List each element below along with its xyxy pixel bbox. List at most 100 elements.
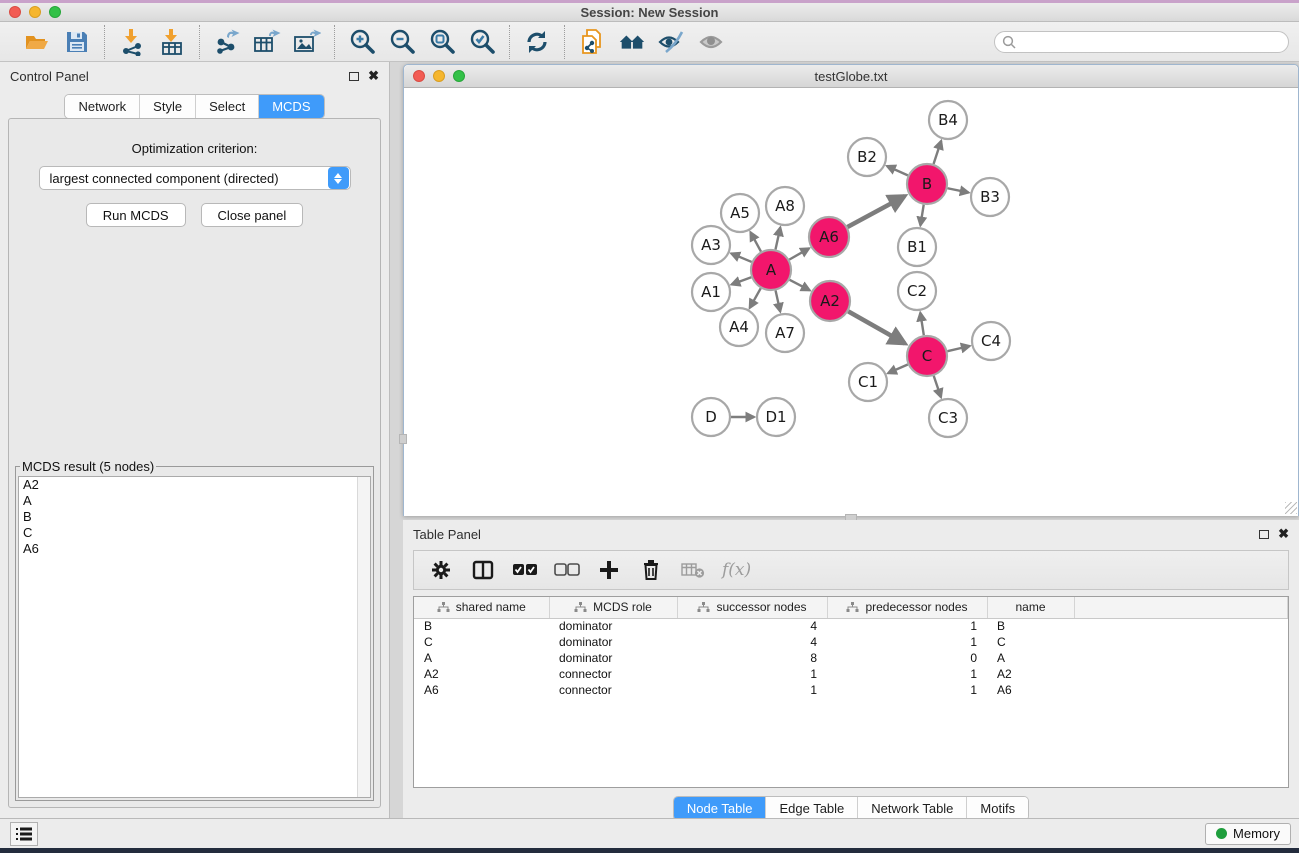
column-header-MCDS-role[interactable]: MCDS role (549, 597, 677, 618)
zoom-in-icon[interactable] (347, 27, 377, 57)
delete-column-icon[interactable] (638, 557, 664, 583)
node-B3[interactable]: B3 (971, 178, 1009, 216)
memory-button[interactable]: Memory (1205, 823, 1291, 845)
edge-B-B4[interactable] (934, 141, 942, 164)
node-table[interactable]: shared nameMCDS rolesuccessor nodesprede… (413, 596, 1289, 788)
result-list-scrollbar[interactable] (357, 477, 370, 797)
node-A[interactable]: A (751, 250, 791, 290)
result-list-item[interactable]: A (19, 493, 370, 509)
zoom-fit-icon[interactable] (427, 27, 457, 57)
column-header-successor-nodes[interactable]: successor nodes (677, 597, 827, 618)
result-list-item[interactable]: A6 (19, 541, 370, 557)
edge-A-A3[interactable] (731, 253, 751, 262)
edge-A-A5[interactable] (750, 232, 761, 251)
edge-C-C1[interactable] (888, 364, 908, 373)
tab-node-table[interactable]: Node Table (674, 797, 767, 820)
run-mcds-button[interactable]: Run MCDS (86, 203, 186, 227)
column-header-shared-name[interactable]: shared name (414, 597, 549, 618)
import-network-icon[interactable] (117, 27, 147, 57)
float-panel-icon[interactable] (349, 72, 359, 81)
function-builder-icon[interactable]: f(x) (722, 560, 751, 580)
tab-network-table[interactable]: Network Table (858, 797, 967, 820)
edge-C-C4[interactable] (947, 346, 969, 351)
node-B1[interactable]: B1 (898, 228, 936, 266)
node-B[interactable]: B (907, 164, 947, 204)
table-row[interactable]: Adominator80A (414, 650, 1288, 666)
node-A6[interactable]: A6 (809, 217, 849, 257)
delete-table-icon[interactable] (680, 557, 706, 583)
node-A4[interactable]: A4 (720, 308, 758, 346)
tab-style[interactable]: Style (140, 95, 196, 118)
select-all-icon[interactable] (512, 557, 538, 583)
optimization-criterion-select[interactable]: largest connected component (directed) (39, 166, 351, 190)
edge-A-A1[interactable] (732, 277, 752, 284)
edge-B-B2[interactable] (887, 166, 908, 175)
export-image-icon[interactable] (292, 27, 322, 57)
tab-select[interactable]: Select (196, 95, 259, 118)
export-table-icon[interactable] (252, 27, 282, 57)
node-C1[interactable]: C1 (849, 363, 887, 401)
window-resize-handle[interactable] (1285, 502, 1297, 514)
settings-gear-icon[interactable] (428, 557, 454, 583)
search-input[interactable] (994, 31, 1289, 53)
column-header-name[interactable]: name (987, 597, 1074, 618)
node-A2[interactable]: A2 (810, 281, 850, 321)
zoom-out-icon[interactable] (387, 27, 417, 57)
node-D[interactable]: D (692, 398, 730, 436)
edge-A6-B[interactable] (847, 196, 904, 227)
edge-A-A2[interactable] (790, 280, 810, 291)
table-row[interactable]: Cdominator41C (414, 634, 1288, 650)
edge-A-A4[interactable] (750, 288, 761, 308)
mcds-result-list[interactable]: A2ABCA6 (18, 476, 371, 798)
tab-network[interactable]: Network (65, 95, 140, 118)
edge-A-A6[interactable] (789, 248, 809, 259)
column-view-icon[interactable] (470, 557, 496, 583)
close-panel-icon[interactable]: ✖ (368, 71, 379, 81)
float-table-panel-icon[interactable] (1259, 530, 1269, 539)
refresh-icon[interactable] (522, 27, 552, 57)
vertical-splitter-handle[interactable] (399, 434, 407, 444)
node-B4[interactable]: B4 (929, 101, 967, 139)
edge-C-C3[interactable] (934, 376, 941, 397)
network-canvas[interactable]: B4B2BB3A5A8A6A3B1AC2A1A2A4A7C4CC1DD1C3 (404, 88, 1298, 516)
close-panel-button[interactable]: Close panel (201, 203, 304, 227)
zoom-selected-icon[interactable] (467, 27, 497, 57)
import-table-icon[interactable] (157, 27, 187, 57)
table-row[interactable]: Bdominator41B (414, 618, 1288, 634)
node-A3[interactable]: A3 (692, 226, 730, 264)
tab-motifs[interactable]: Motifs (967, 797, 1028, 820)
edge-A-A8[interactable] (775, 227, 780, 249)
task-history-button[interactable] (10, 822, 38, 846)
network-window-titlebar[interactable]: testGlobe.txt (404, 65, 1298, 88)
clone-network-icon[interactable] (577, 27, 607, 57)
column-header-predecessor-nodes[interactable]: predecessor nodes (827, 597, 987, 618)
node-A5[interactable]: A5 (721, 194, 759, 232)
tab-mcds[interactable]: MCDS (259, 95, 323, 118)
close-table-panel-icon[interactable]: ✖ (1278, 529, 1289, 539)
add-column-icon[interactable] (596, 557, 622, 583)
hide-selected-icon[interactable] (657, 27, 687, 57)
edge-C-C2[interactable] (920, 313, 923, 336)
export-network-icon[interactable] (212, 27, 242, 57)
result-list-item[interactable]: B (19, 509, 370, 525)
first-neighbors-icon[interactable] (617, 27, 647, 57)
node-C4[interactable]: C4 (972, 322, 1010, 360)
edge-B-B3[interactable] (948, 188, 969, 192)
save-session-icon[interactable] (62, 27, 92, 57)
node-B2[interactable]: B2 (848, 138, 886, 176)
node-C3[interactable]: C3 (929, 399, 967, 437)
show-all-icon[interactable] (697, 27, 727, 57)
result-list-item[interactable]: A2 (19, 477, 370, 493)
node-A8[interactable]: A8 (766, 187, 804, 225)
unselect-all-icon[interactable] (554, 557, 580, 583)
table-row[interactable]: A2connector11A2 (414, 666, 1288, 682)
node-A7[interactable]: A7 (766, 314, 804, 352)
result-list-item[interactable]: C (19, 525, 370, 541)
open-session-icon[interactable] (22, 27, 52, 57)
node-C[interactable]: C (907, 336, 947, 376)
tab-edge-table[interactable]: Edge Table (766, 797, 858, 820)
node-A1[interactable]: A1 (692, 273, 730, 311)
edge-A-A7[interactable] (776, 290, 781, 311)
node-D1[interactable]: D1 (757, 398, 795, 436)
table-row[interactable]: A6connector11A6 (414, 682, 1288, 698)
